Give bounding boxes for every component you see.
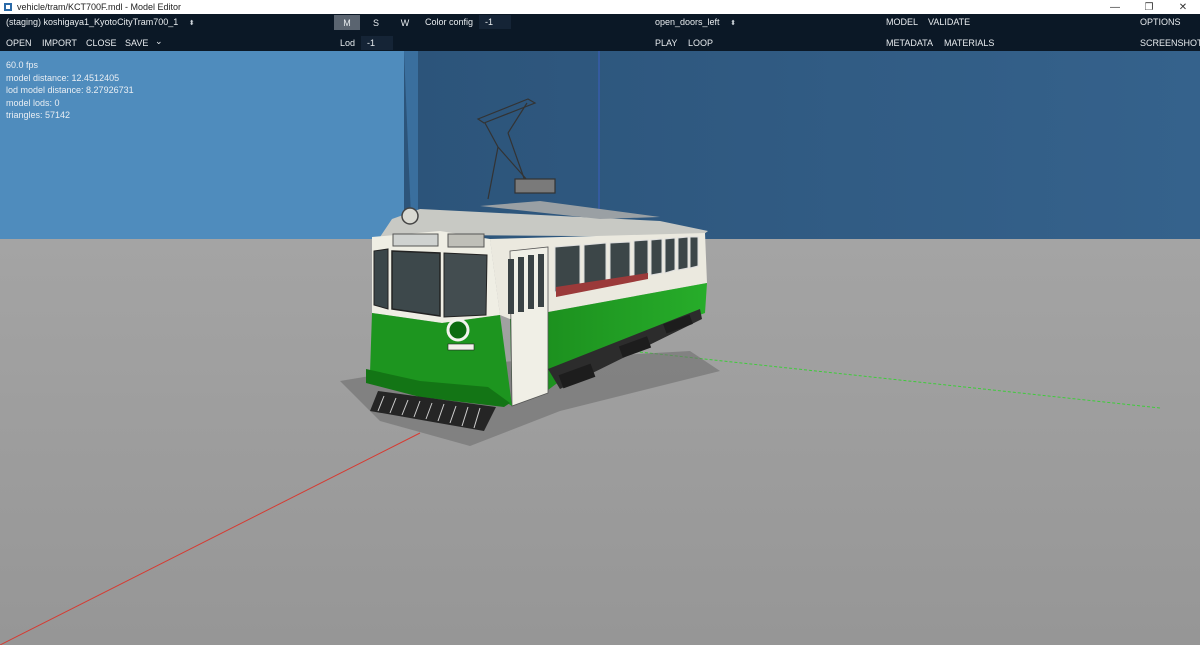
mode-m-button[interactable]: M: [334, 15, 360, 30]
lod-model-distance-readout: lod model distance: 8.27926731: [6, 85, 134, 95]
model-distance-readout: model distance: 12.4512405: [6, 72, 120, 83]
headlight: [401, 207, 419, 225]
maximize-button[interactable]: ❐: [1132, 0, 1166, 14]
windshield-center: [391, 250, 441, 317]
fps-readout: 60.0 fps: [6, 60, 39, 70]
color-config-value: -1: [485, 17, 494, 27]
chevron-updown-icon: ⬍: [188, 20, 195, 27]
close-button[interactable]: CLOSE: [86, 38, 117, 49]
model-lods-readout: model lods: 0: [6, 97, 60, 108]
windshield-left: [373, 248, 389, 310]
windshield-right: [443, 252, 488, 318]
title-bar: vehicle/tram/KCT700F.mdl - Model Editor …: [0, 0, 1200, 14]
model-select-value: (staging) koshigaya1_KyotoCityTram700_1: [6, 17, 179, 27]
roof-vent: [447, 233, 485, 248]
validate-button[interactable]: VALIDATE: [928, 17, 970, 28]
lod-label: Lod: [340, 38, 356, 48]
mode-s-button[interactable]: S: [363, 15, 389, 30]
materials-button[interactable]: MATERIALS: [944, 38, 994, 49]
lod-field[interactable]: -1: [361, 36, 393, 50]
save-button[interactable]: SAVE: [125, 38, 148, 49]
screenshot-button[interactable]: SCREENSHOT: [1140, 38, 1200, 49]
window-title: vehicle/tram/KCT700F.mdl - Model Editor: [17, 2, 182, 12]
metadata-button[interactable]: METADATA: [886, 38, 933, 49]
app-icon: [3, 2, 13, 12]
scene-render: [0, 51, 1200, 645]
loop-button[interactable]: LOOP: [688, 38, 713, 49]
animation-select-value: open_doors_left: [655, 17, 720, 27]
color-config-label: Color config: [425, 17, 474, 27]
open-button[interactable]: OPEN: [6, 38, 32, 49]
mode-m-label: M: [343, 17, 351, 28]
model-button[interactable]: MODEL: [886, 17, 918, 28]
mode-s-label: S: [372, 17, 379, 28]
mode-w-button[interactable]: W: [392, 15, 418, 30]
front-emblem: [446, 318, 470, 342]
animation-select[interactable]: open_doors_left ⬍: [655, 17, 736, 29]
close-window-button[interactable]: ✕: [1166, 0, 1200, 14]
destination-sign: [392, 233, 439, 247]
play-button[interactable]: PLAY: [655, 38, 677, 49]
3d-viewport[interactable]: 60.0 fps model distance: 12.4512405 lod …: [0, 51, 1200, 645]
number-plate: [447, 343, 475, 351]
options-button[interactable]: OPTIONS: [1140, 17, 1181, 28]
triangles-readout: triangles: 57142: [6, 110, 71, 120]
sky-right-wall: [404, 51, 1200, 241]
lod-value: -1: [367, 38, 376, 48]
save-options-chevron-icon[interactable]: ⌄: [155, 36, 163, 47]
editor-toolbar: (staging) koshigaya1_KyotoCityTram700_1 …: [0, 14, 1200, 51]
chevron-updown-icon: ⬍: [730, 20, 736, 27]
mode-w-label: W: [400, 17, 410, 28]
minimize-button[interactable]: —: [1098, 0, 1132, 14]
model-select[interactable]: (staging) koshigaya1_KyotoCityTram700_1 …: [6, 17, 195, 29]
import-button[interactable]: IMPORT: [42, 38, 77, 49]
color-config-field[interactable]: -1: [479, 15, 511, 29]
render-stats-overlay: 60.0 fps model distance: 12.4512405 lod …: [6, 59, 134, 122]
